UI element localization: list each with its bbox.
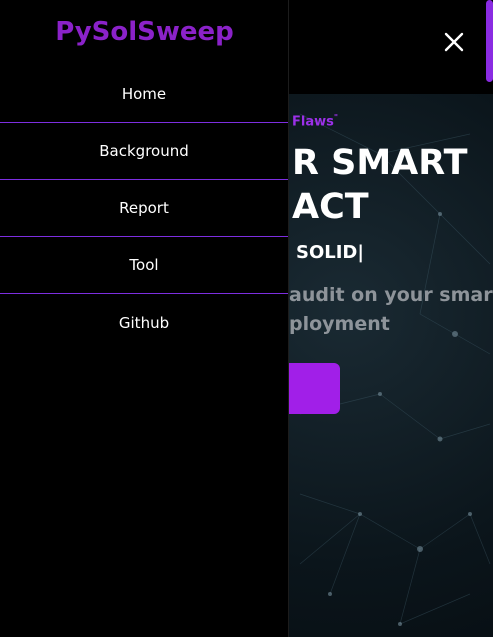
nav-item-background[interactable]: Background — [0, 123, 288, 180]
hero-tagline: Flaws" — [292, 113, 339, 130]
hero-description-line1: audit on your smart — [289, 284, 493, 306]
close-menu-button[interactable] — [440, 28, 468, 56]
hero-title-line1: R SMART — [292, 143, 468, 183]
close-icon — [444, 32, 464, 52]
hero-title-line2: ACT — [292, 187, 369, 227]
nav-item-github[interactable]: Github — [0, 294, 288, 351]
hero-description-line2: ployment — [289, 313, 390, 335]
scrollbar-thumb[interactable] — [486, 0, 493, 82]
nav-list: Home Background Report Tool Github — [0, 66, 288, 351]
nav-item-tool[interactable]: Tool — [0, 237, 288, 294]
nav-item-home[interactable]: Home — [0, 66, 288, 123]
brand-logo[interactable]: PySolSweep — [0, 17, 289, 47]
nav-drawer: PySolSweep Home Background Report Tool G… — [0, 0, 289, 637]
nav-item-report[interactable]: Report — [0, 180, 288, 237]
hero-typed-text: SOLID| — [296, 242, 364, 263]
